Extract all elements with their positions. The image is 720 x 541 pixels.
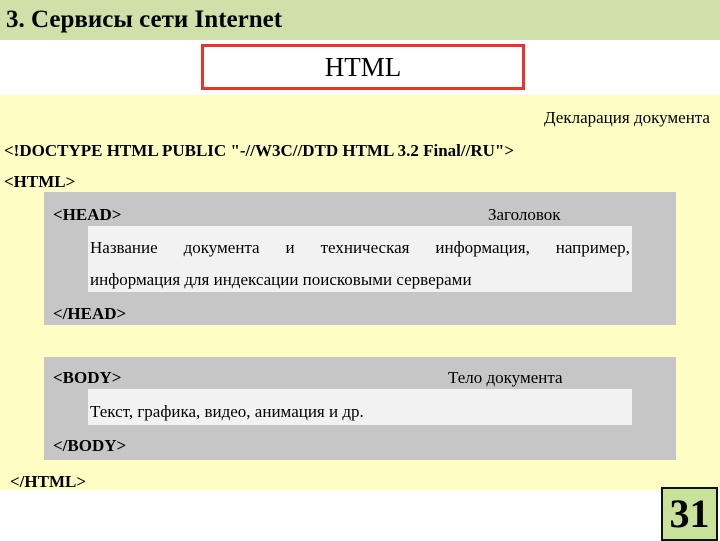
page-number: 31 bbox=[661, 487, 718, 541]
slide-title: 3. Сервисы сети Internet bbox=[6, 6, 283, 33]
title-bar: 3. Сервисы сети Internet bbox=[0, 0, 720, 40]
head-word: документа bbox=[183, 238, 260, 257]
head-close-tag: </HEAD> bbox=[53, 304, 127, 323]
body-description: Текст, графика, видео, анимация и др. bbox=[90, 402, 364, 421]
head-word: например, bbox=[555, 238, 630, 257]
html-header-box: HTML bbox=[201, 44, 525, 90]
body-open-tag: <BODY> bbox=[53, 368, 122, 387]
doctype-line: <!DOCTYPE HTML PUBLIC "-//W3C//DTD HTML … bbox=[4, 141, 515, 160]
head-word: Название bbox=[90, 238, 158, 257]
head-open-tag: <HEAD> bbox=[53, 205, 122, 224]
html-open-tag: <HTML> bbox=[4, 172, 76, 191]
head-word: и bbox=[285, 238, 295, 257]
body-label: Тело документа bbox=[448, 368, 563, 387]
head-word: информация, bbox=[435, 238, 530, 257]
head-label: Заголовок bbox=[488, 205, 561, 224]
declaration-label: Декларация документа bbox=[544, 108, 710, 127]
head-description-line2: информация для индексации поисковыми сер… bbox=[90, 270, 472, 289]
html-close-tag: </HTML> bbox=[10, 472, 87, 491]
body-close-tag: </BODY> bbox=[53, 436, 127, 455]
head-word: техническая bbox=[320, 238, 410, 257]
head-description-line1: Название документа и техническая информа… bbox=[90, 238, 630, 258]
